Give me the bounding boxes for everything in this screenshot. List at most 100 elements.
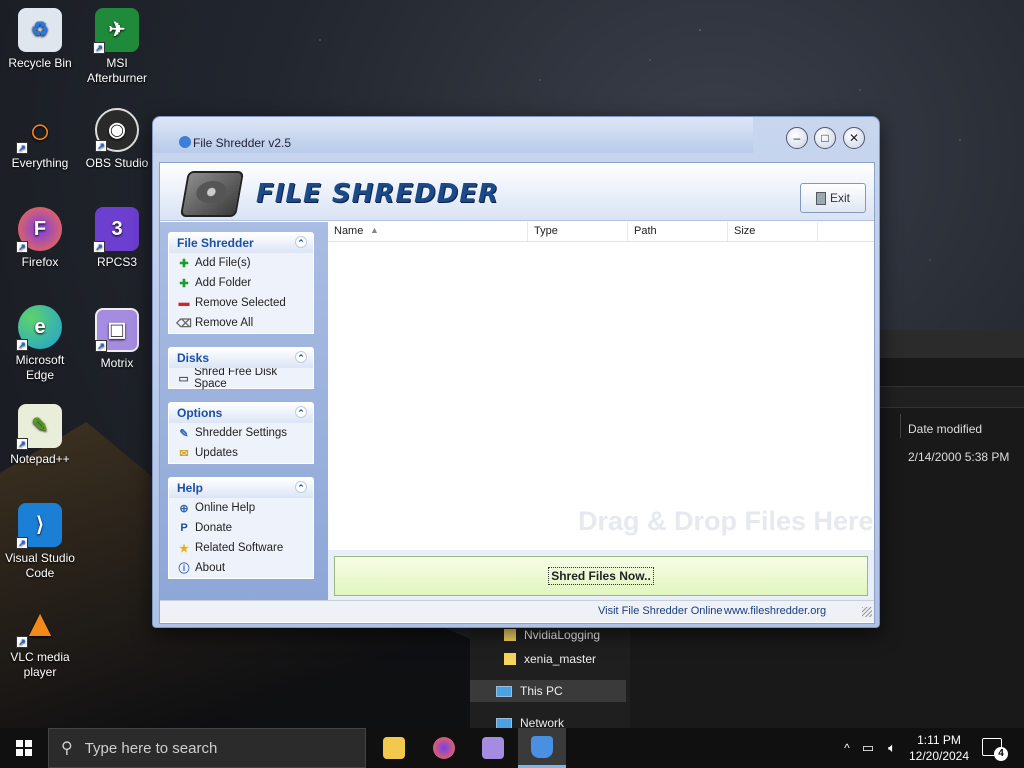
taskbar-search-box[interactable]: ⚲ Type here to search bbox=[48, 728, 366, 768]
action-bar: Shred Files Now.. bbox=[328, 550, 874, 600]
recycle-bin-icon: ♻ bbox=[18, 8, 62, 52]
edge-icon: e ↗ bbox=[16, 305, 62, 351]
app-header: FILE SHREDDER Exit bbox=[160, 163, 874, 221]
column-divider bbox=[900, 414, 901, 438]
vlc-icon: ▲ ↗ bbox=[16, 602, 62, 648]
close-button[interactable]: ✕ bbox=[843, 127, 865, 149]
desktop-icon-label: Motrix bbox=[100, 356, 134, 370]
desktop-icon-label: Recycle Bin bbox=[8, 56, 72, 70]
online-help-item[interactable]: ⊕ Online Help bbox=[169, 498, 313, 518]
donate-item[interactable]: P Donate bbox=[169, 518, 313, 538]
website-link[interactable]: www.fileshredder.org bbox=[724, 605, 826, 617]
panel-title: File Shredder bbox=[177, 236, 254, 250]
item-label: Shredder Settings bbox=[195, 427, 288, 439]
taskbar-file-explorer[interactable] bbox=[370, 728, 418, 768]
shred-files-label: Shred Files Now.. bbox=[548, 567, 654, 585]
column-header-type[interactable]: Type bbox=[528, 222, 628, 241]
desktop-icon-label: VLC media player bbox=[10, 650, 70, 679]
column-header-size[interactable]: Size bbox=[728, 222, 818, 241]
desktop-icon-obs-studio[interactable]: ◉ ↗ OBS Studio bbox=[77, 108, 157, 171]
desktop-icon-vscode[interactable]: ⟩ ↗ Visual Studio Code bbox=[0, 503, 80, 581]
panel-header-help[interactable]: Help ⌃ bbox=[169, 478, 313, 498]
desktop-icon-recycle-bin[interactable]: ♻ Recycle Bin bbox=[0, 8, 80, 71]
task-sidebar: File Shredder ⌃ ✚ Add File(s) ✚ Add Folder… bbox=[160, 222, 328, 600]
network-icon[interactable]: ▭ bbox=[856, 740, 880, 756]
desktop-icon-label: Notepad++ bbox=[10, 452, 70, 466]
star-icon: ★ bbox=[179, 542, 189, 555]
collapse-chevron-icon[interactable]: ⌃ bbox=[295, 406, 307, 418]
desktop-icon-everything[interactable]: ○ ↗ Everything bbox=[0, 108, 80, 171]
panel-header-disks[interactable]: Disks ⌃ bbox=[169, 348, 313, 368]
nav-item-xenia-master[interactable]: xenia_master bbox=[504, 652, 596, 666]
window-title: File Shredder v2.5 bbox=[193, 136, 292, 150]
network-icon bbox=[496, 717, 512, 729]
panel-title: Help bbox=[177, 481, 204, 495]
start-button[interactable] bbox=[0, 728, 48, 768]
column-header-name[interactable]: Name ▲ bbox=[328, 222, 528, 241]
taskbar-clock[interactable]: 1:11 PM 12/20/2024 bbox=[906, 732, 972, 764]
panel-header-file-shredder[interactable]: File Shredder ⌃ bbox=[169, 233, 313, 253]
related-software-item[interactable]: ★ Related Software bbox=[169, 538, 313, 558]
desktop-icon-msi-afterburner[interactable]: ✈ ↗ MSI Afterburner bbox=[77, 8, 157, 86]
desktop-icon-rpcs3[interactable]: 3 ↗ RPCS3 bbox=[77, 207, 157, 270]
nav-item-label: NvidiaLogging bbox=[524, 628, 601, 642]
collapse-chevron-icon[interactable]: ⌃ bbox=[295, 351, 307, 363]
desktop-icon-notepad-plus-plus[interactable]: ✎ ↗ Notepad++ bbox=[0, 404, 80, 467]
title-bar[interactable]: File Shredder v2.5 bbox=[153, 117, 753, 153]
column-label: Path bbox=[634, 225, 657, 237]
clock-time: 1:11 PM bbox=[917, 733, 961, 747]
about-item[interactable]: ⓘ About bbox=[169, 558, 313, 578]
nav-item-nvidialogging[interactable]: NvidiaLogging bbox=[504, 628, 600, 642]
desktop-icon-microsoft-edge[interactable]: e ↗ Microsoft Edge bbox=[0, 305, 80, 383]
msi-afterburner-icon: ✈ ↗ bbox=[93, 8, 139, 54]
eraser-icon: ⌫ bbox=[176, 317, 192, 330]
vscode-icon: ⟩ ↗ bbox=[16, 503, 62, 549]
exit-door-icon bbox=[815, 191, 826, 205]
minimize-button[interactable]: – bbox=[786, 127, 808, 149]
remove-selected-item[interactable]: ▬ Remove Selected bbox=[169, 293, 313, 313]
column-header-date-modified[interactable]: Date modified bbox=[908, 422, 982, 436]
clock-date: 12/20/2024 bbox=[908, 749, 970, 763]
shred-files-button[interactable]: Shred Files Now.. bbox=[334, 556, 868, 596]
desktop-icon-vlc[interactable]: ▲ ↗ VLC media player bbox=[0, 602, 80, 680]
exit-button[interactable]: Exit bbox=[800, 183, 866, 213]
collapse-chevron-icon[interactable]: ⌃ bbox=[295, 481, 307, 493]
disk-icon: ▭ bbox=[178, 372, 189, 385]
panel-header-options[interactable]: Options ⌃ bbox=[169, 403, 313, 423]
shredder-settings-item[interactable]: ✎ Shredder Settings bbox=[169, 423, 313, 443]
firefox-icon: F ↗ bbox=[16, 207, 62, 253]
item-label: Remove All bbox=[195, 317, 254, 329]
nav-item-this-pc[interactable]: This PC bbox=[496, 684, 563, 698]
settings-icon: ✎ bbox=[179, 427, 189, 440]
app-logo-text: FILE SHREDDER bbox=[256, 179, 500, 209]
shred-free-disk-space-item[interactable]: ▭ Shred Free Disk Space bbox=[169, 366, 313, 390]
desktop-icon-label: MSI Afterburner bbox=[86, 56, 148, 85]
item-label: Add File(s) bbox=[195, 257, 251, 269]
resize-grip-icon[interactable] bbox=[862, 607, 872, 617]
remove-all-item[interactable]: ⌫ Remove All bbox=[169, 313, 313, 333]
taskbar-motrix[interactable] bbox=[469, 728, 517, 768]
add-files-item[interactable]: ✚ Add File(s) bbox=[169, 253, 313, 273]
desktop-icon-motrix[interactable]: ▣ ↗ Motrix bbox=[77, 308, 157, 371]
file-list[interactable]: Name ▲ Type Path Size Drag & Drop Files … bbox=[328, 222, 874, 550]
nav-item-label: xenia_master bbox=[524, 652, 597, 666]
taskbar-file-shredder[interactable] bbox=[518, 728, 566, 768]
folder-icon bbox=[504, 629, 516, 641]
notification-count-badge: 4 bbox=[994, 747, 1008, 761]
taskbar-firefox[interactable] bbox=[420, 728, 468, 768]
maximize-icon: □ bbox=[821, 131, 829, 145]
motrix-icon bbox=[482, 737, 504, 759]
desktop-icon-firefox[interactable]: F ↗ Firefox bbox=[0, 207, 80, 270]
show-hidden-icons-chevron-icon[interactable]: ^ bbox=[838, 741, 856, 755]
volume-muted-icon[interactable]: 🔈︎ bbox=[880, 740, 904, 756]
search-icon: ⚲ bbox=[61, 740, 73, 757]
windows-logo-icon bbox=[16, 740, 32, 756]
collapse-chevron-icon[interactable]: ⌃ bbox=[295, 236, 307, 248]
visit-online-link[interactable]: Visit File Shredder Online bbox=[598, 605, 723, 617]
add-folder-item[interactable]: ✚ Add Folder bbox=[169, 273, 313, 293]
panel-options: Options ⌃ ✎ Shredder Settings ✉ Updates bbox=[168, 402, 314, 464]
maximize-button[interactable]: □ bbox=[814, 127, 836, 149]
column-header-path[interactable]: Path bbox=[628, 222, 728, 241]
exit-button-label: Exit bbox=[829, 191, 850, 205]
updates-item[interactable]: ✉ Updates bbox=[169, 443, 313, 463]
